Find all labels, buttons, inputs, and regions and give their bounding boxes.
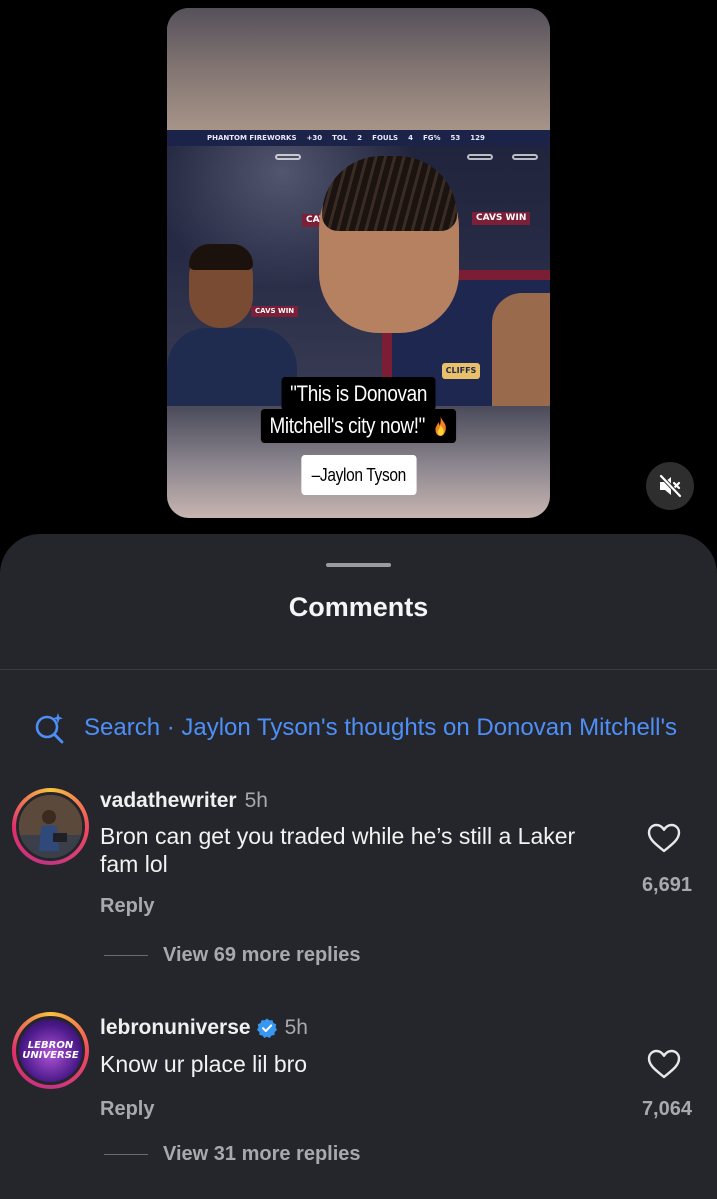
sheet-drag-handle[interactable]: [326, 563, 391, 567]
mute-button[interactable]: [646, 462, 694, 510]
verified-badge-icon: [256, 1018, 277, 1038]
comment-text: Know ur place lil bro: [100, 1051, 308, 1077]
comment-time: 5h: [244, 789, 268, 812]
sheet-divider: [0, 669, 717, 670]
sheet-title: Comments: [288, 592, 429, 622]
scoreboard-sponsor: PHANTOM FIREWORKS: [207, 134, 297, 142]
cavs-win-sign: CAVS WIN: [251, 306, 299, 317]
search-suggestion-text: Search · Jaylon Tyson's thoughts on Dono…: [84, 714, 678, 741]
scoreboard-fg-value: 53: [450, 134, 461, 142]
avatar-person-figure: [19, 795, 82, 858]
player-left-hair: [189, 244, 253, 270]
scoreboard-fouls-label: FOULS: [372, 134, 399, 142]
fire-emoji-icon: [435, 416, 446, 436]
avatar-image: [16, 792, 85, 861]
comment-search-suggestion[interactable]: Search · Jaylon Tyson's thoughts on Dono…: [34, 710, 717, 746]
caption-line-2: Mitchell's city now!": [269, 413, 426, 438]
caption-line-2-box: Mitchell's city now!": [261, 409, 456, 443]
view-more-replies-label[interactable]: View 31 more replies: [163, 1143, 361, 1166]
comment-username[interactable]: vadathewriter 5h: [100, 789, 268, 813]
caption-line-1: "This is Donovan: [281, 377, 436, 411]
view-more-replies-button[interactable]: View 31 more replies: [104, 1143, 361, 1166]
avatar-logo-text: LEBRON UNIVERSE: [22, 1040, 79, 1061]
screen: PHANTOM FIREWORKS +30 TOL 2 FOULS 4 FG% …: [0, 0, 717, 1199]
like-count: 7,064: [641, 1098, 692, 1120]
scoreboard-stat-plus: +30: [306, 134, 323, 142]
scoreboard-tol-value: 2: [357, 134, 363, 142]
scoreboard-tol-label: TOL: [332, 134, 348, 142]
avatar[interactable]: [12, 788, 89, 865]
comments-sheet: Comments Search · Jaylon Tyson's thought…: [0, 534, 717, 1199]
thread-line: [104, 1154, 148, 1155]
username-text[interactable]: vadathewriter: [100, 789, 237, 813]
comment-username[interactable]: lebronuniverse 5h: [100, 1016, 308, 1040]
scoreboard-fg-label: FG%: [422, 134, 441, 142]
scoreboard-fouls-value: 4: [408, 134, 413, 142]
caption-attribution: –Jaylon Tyson: [301, 455, 416, 495]
arena-light: [275, 154, 301, 160]
arena-scoreboard: PHANTOM FIREWORKS +30 TOL 2 FOULS 4 FG% …: [167, 130, 550, 146]
video-background-top: [167, 8, 550, 130]
reply-button[interactable]: Reply: [100, 895, 154, 918]
arena-light: [467, 154, 493, 160]
view-more-replies-label[interactable]: View 69 more replies: [163, 944, 361, 967]
avatar[interactable]: LEBRON UNIVERSE: [12, 1012, 89, 1089]
like-count: 6,691: [641, 874, 692, 896]
avatar-image: LEBRON UNIVERSE: [16, 1016, 85, 1085]
reply-button[interactable]: Reply: [100, 1098, 154, 1121]
heart-icon[interactable]: [647, 1049, 681, 1079]
sparkle-search-icon: [35, 713, 64, 744]
speaker-muted-icon: [659, 474, 682, 498]
scoreboard-score: 129: [470, 134, 485, 142]
video-caption: "This is Donovan Mitchell's city now!" –…: [167, 377, 550, 495]
thread-line: [104, 955, 148, 956]
comment-time: 5h: [284, 1016, 308, 1039]
view-more-replies-button[interactable]: View 69 more replies: [104, 944, 361, 967]
arena-light: [512, 154, 538, 160]
username-text[interactable]: lebronuniverse: [100, 1016, 251, 1040]
video-player[interactable]: PHANTOM FIREWORKS +30 TOL 2 FOULS 4 FG% …: [167, 8, 550, 518]
heart-icon[interactable]: [647, 823, 681, 853]
cavs-win-sign: CAVS WIN: [472, 212, 531, 225]
comment-text: Bron can get you traded while he’s still…: [100, 823, 576, 877]
